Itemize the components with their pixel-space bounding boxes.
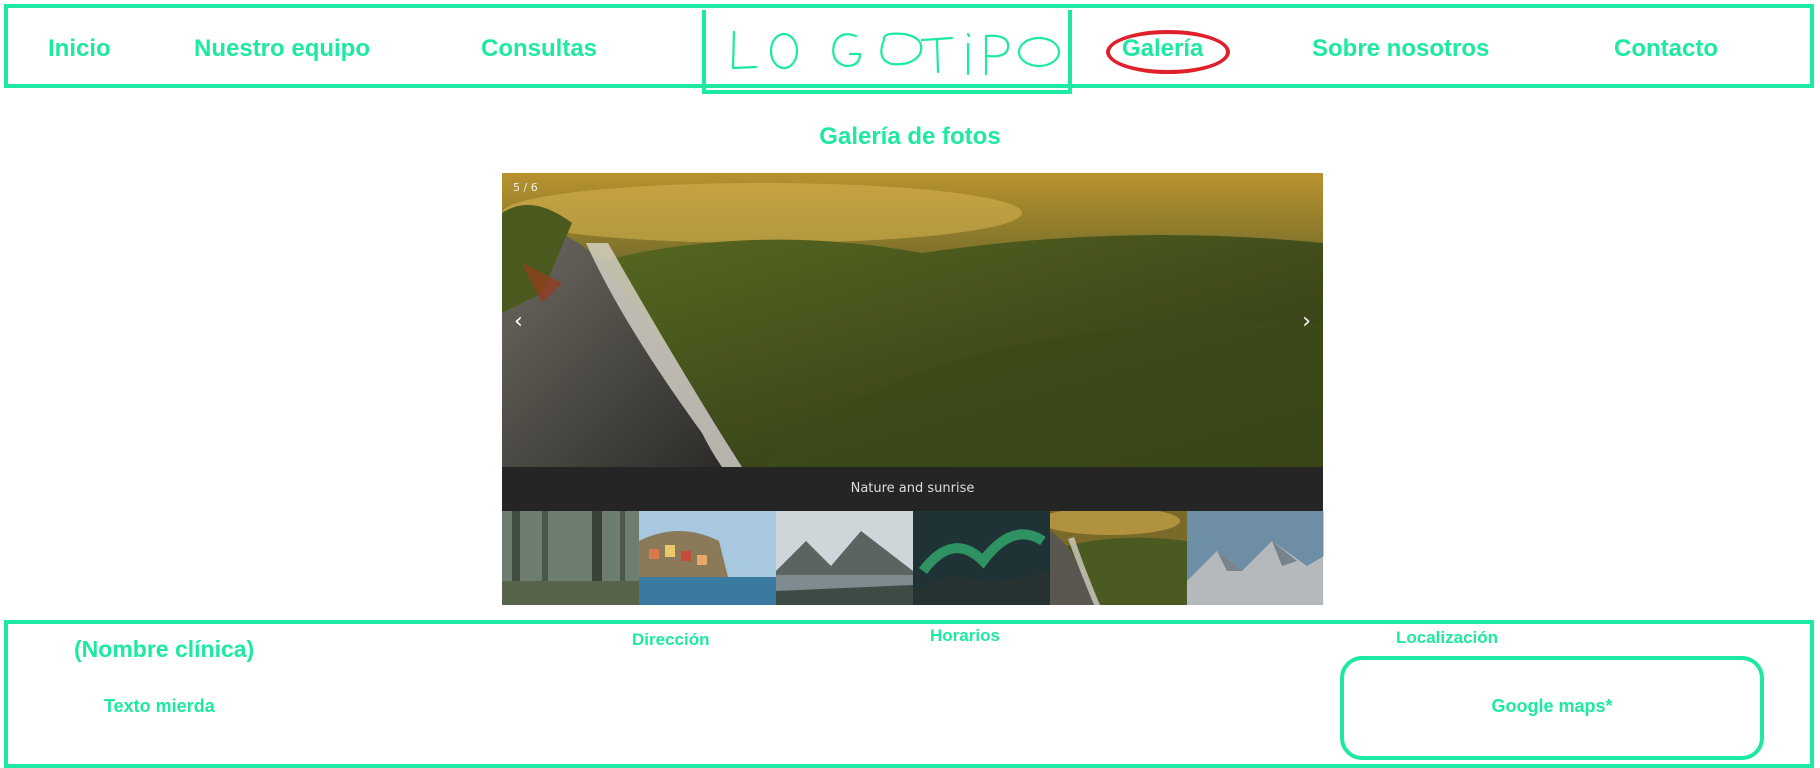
- snowy-mountains-icon: [1187, 511, 1324, 605]
- thumbnail-waterfall-sunrise[interactable]: [1050, 511, 1187, 605]
- waterfall-sunrise-icon: [502, 173, 1323, 467]
- map-label: Google maps*: [1491, 696, 1613, 716]
- footer: (Nombre clínica) Dirección Horarios Loca…: [4, 620, 1814, 768]
- gallery-title: Galería de fotos: [819, 123, 1001, 150]
- slide-counter: 5 / 6: [513, 181, 538, 194]
- logo-handwritten-icon: [731, 30, 1061, 76]
- prev-arrow[interactable]: ‹: [514, 311, 523, 333]
- thumbnail-aurora[interactable]: [913, 511, 1050, 605]
- thumbnail-coastal-village[interactable]: [639, 511, 776, 605]
- nav-consultas[interactable]: Consultas: [481, 34, 597, 64]
- thumbnail-snowy-mountains[interactable]: [1187, 511, 1324, 605]
- address-label: Dirección: [632, 630, 710, 649]
- slide-caption: Nature and sunrise: [502, 467, 1323, 511]
- mountain-lake-icon: [776, 511, 913, 605]
- waterfall-sunrise-icon: [1050, 511, 1187, 605]
- coastal-village-icon: [639, 511, 776, 605]
- nav-sobre-nosotros[interactable]: Sobre nosotros: [1312, 34, 1489, 64]
- hours-label: Horarios: [930, 626, 1000, 645]
- body-text: Texto mierda: [104, 696, 215, 716]
- thumbnail-forest[interactable]: [502, 511, 639, 605]
- nav-galeria[interactable]: Galería: [1122, 34, 1203, 64]
- nav-contacto[interactable]: Contacto: [1614, 34, 1718, 64]
- location-label: Localización: [1396, 628, 1499, 647]
- aurora-icon: [913, 511, 1050, 605]
- logo[interactable]: [702, 10, 1072, 94]
- forest-icon: [502, 511, 639, 605]
- thumbnail-mountain-lake[interactable]: [776, 511, 913, 605]
- nav-inicio[interactable]: Inicio: [48, 34, 111, 64]
- slide-main-image: [502, 173, 1323, 467]
- clinic-name: (Nombre clínica): [74, 636, 255, 662]
- next-arrow[interactable]: ›: [1302, 311, 1311, 333]
- photo-slider: 5 / 6 ‹ › Nature and sunrise: [502, 173, 1324, 605]
- thumbnail-strip: [502, 511, 1324, 605]
- nav-nuestro-equipo[interactable]: Nuestro equipo: [194, 34, 370, 64]
- map-placeholder[interactable]: Google maps*: [1340, 656, 1764, 760]
- header-nav: Inicio Nuestro equipo Consultas Galería …: [4, 4, 1814, 94]
